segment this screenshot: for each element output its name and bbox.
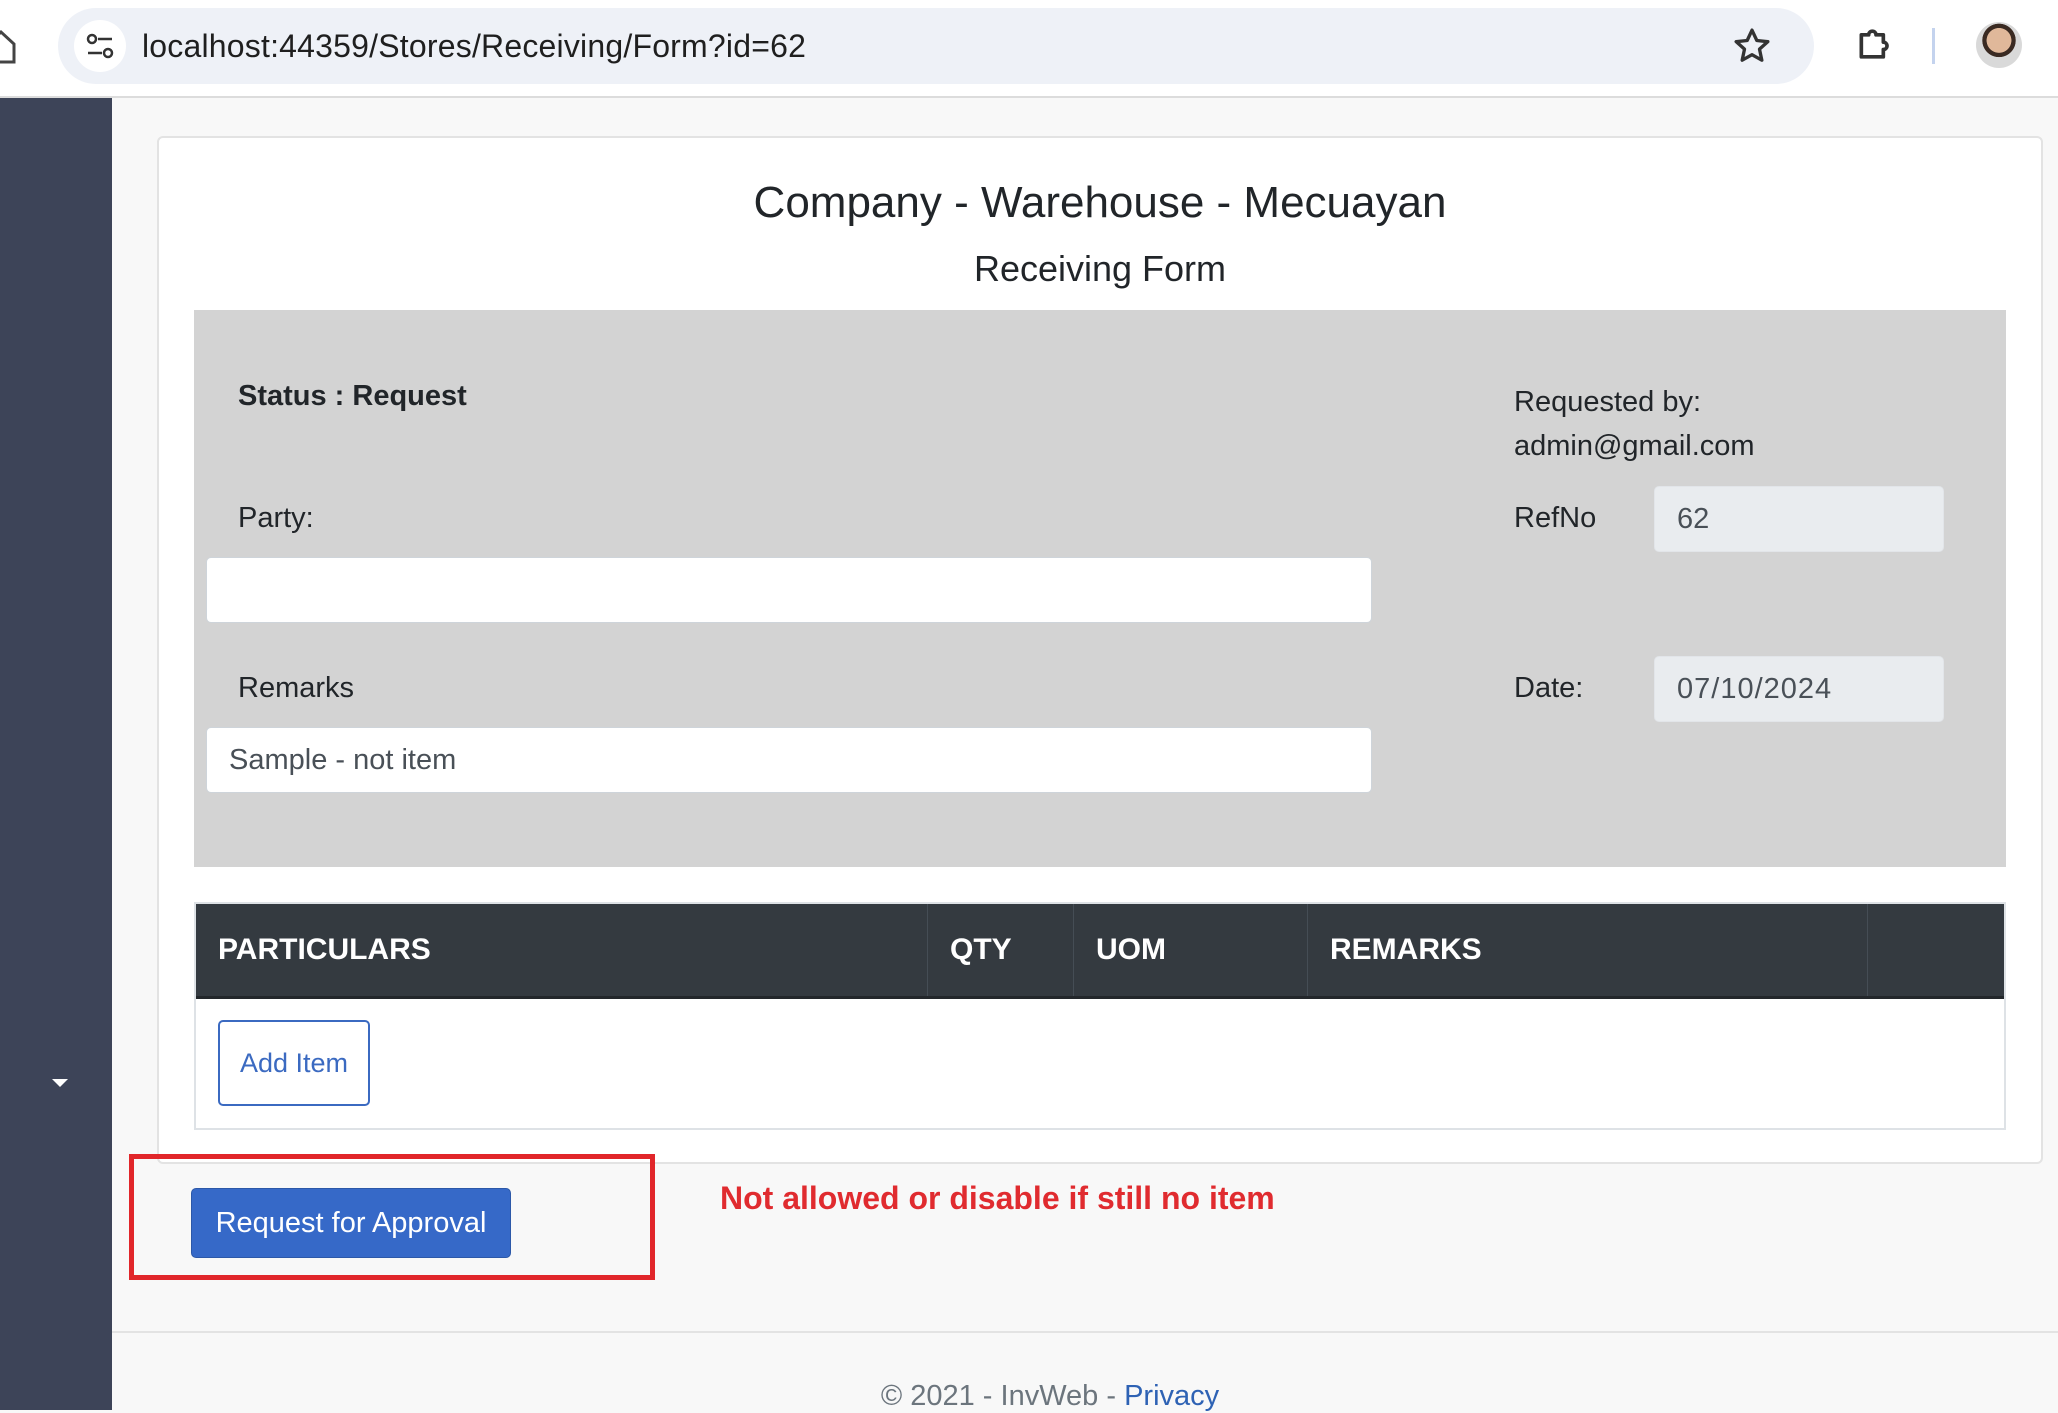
footer: © 2021 - InvWeb - Privacy <box>112 1380 1988 1413</box>
column-header-remarks: REMARKS <box>1308 904 1868 996</box>
form-title: Receiving Form <box>973 248 1227 289</box>
items-table: PARTICULARS QTY UOM REMARKS Add Item <box>194 902 2006 1130</box>
requested-by-value: admin@gmail.com <box>1514 430 1755 462</box>
sidebar <box>0 98 112 1410</box>
company-title: Company - Warehouse - Mecuayan <box>753 178 1447 227</box>
party-label: Party: <box>238 502 314 534</box>
party-input[interactable] <box>206 557 1372 623</box>
annotation-note: Not allowed or disable if still no item <box>720 1180 1275 1216</box>
url-text[interactable]: localhost:44359/Stores/Receiving/Form?id… <box>142 8 806 84</box>
address-bar[interactable]: localhost:44359/Stores/Receiving/Form?id… <box>58 8 1814 84</box>
refno-field: 62 <box>1654 486 1944 552</box>
toolbar-divider <box>1932 28 1935 64</box>
footer-divider <box>112 1331 2058 1333</box>
requested-by-label: Requested by: <box>1514 386 1702 418</box>
privacy-link[interactable]: Privacy <box>1124 1380 1219 1412</box>
table-header: PARTICULARS QTY UOM REMARKS <box>196 904 2004 999</box>
bookmark-star-icon[interactable] <box>1732 26 1772 66</box>
profile-avatar[interactable] <box>1976 22 2022 68</box>
column-header-particulars: PARTICULARS <box>196 904 928 996</box>
remarks-label: Remarks <box>238 672 355 704</box>
caret-down-icon[interactable] <box>52 1079 68 1087</box>
requested-by: Requested by: admin@gmail.com <box>1514 380 1755 468</box>
date-field: 07/10/2024 <box>1654 656 1944 722</box>
extensions-puzzle-icon[interactable] <box>1854 22 1898 66</box>
site-settings-icon[interactable] <box>74 20 126 72</box>
remarks-input[interactable] <box>206 727 1372 793</box>
date-label: Date: <box>1514 672 1584 704</box>
annotation-highlight-box <box>129 1154 655 1280</box>
home-icon[interactable] <box>0 28 16 64</box>
add-item-button[interactable]: Add Item <box>218 1020 370 1106</box>
column-header-actions <box>1868 904 2004 996</box>
column-header-uom: UOM <box>1074 904 1308 996</box>
status-label: Status : Request <box>238 380 467 412</box>
column-header-qty: QTY <box>928 904 1074 996</box>
refno-label: RefNo <box>1514 502 1597 534</box>
browser-toolbar: localhost:44359/Stores/Receiving/Form?id… <box>0 0 2058 98</box>
footer-copyright: © 2021 - InvWeb - <box>880 1380 1125 1412</box>
